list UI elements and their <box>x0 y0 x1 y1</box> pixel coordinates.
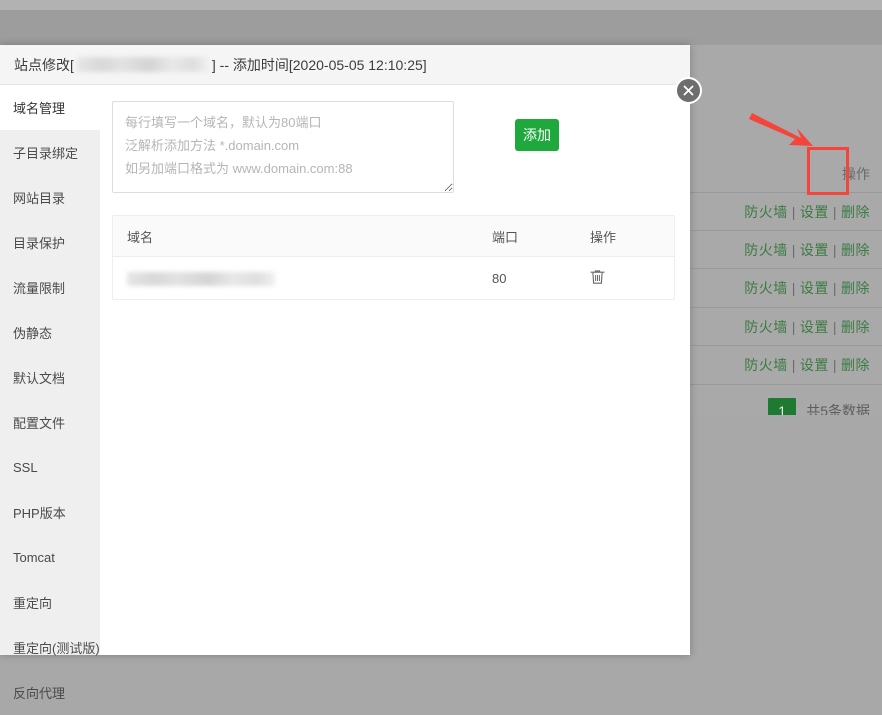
sidebar-item-redirect[interactable]: 重定向 <box>0 580 100 625</box>
action-separator: | <box>832 357 837 373</box>
sidebar-item-tomcat[interactable]: Tomcat <box>0 535 100 580</box>
dialog-title: 站点修改[ ] -- 添加时间[2020-05-05 12:10:25] <box>14 55 427 75</box>
domain-table: 域名 端口 操作 80 <box>113 216 674 299</box>
sidebar-item-label: SSL <box>13 460 38 475</box>
trash-icon[interactable] <box>590 269 605 287</box>
background-row-actions: 防火墙 | 设置 | 删除 <box>744 317 870 337</box>
sidebar-item-domain-management[interactable]: 域名管理 <box>0 85 100 130</box>
sidebar-item-website-directory[interactable]: 网站目录 <box>0 175 100 220</box>
add-domain-area: 添加 <box>112 101 678 193</box>
sidebar-item-default-document[interactable]: 默认文档 <box>0 355 100 400</box>
action-separator: | <box>791 203 796 220</box>
background-delete-link[interactable]: 删除 <box>841 280 870 296</box>
sidebar-item-label: 反向代理 <box>13 686 66 701</box>
background-delete-link[interactable]: 删除 <box>841 357 870 373</box>
sidebar-item-label: 重定向(测试版) <box>13 641 100 656</box>
domain-table-container: 域名 端口 操作 80 <box>112 215 675 300</box>
background-topbar-lower <box>0 10 882 45</box>
background-topbar-upper <box>0 0 882 10</box>
domain-input[interactable] <box>112 101 454 193</box>
sidebar-item-label: 默认文档 <box>13 371 66 386</box>
sidebar-item-label: PHP版本 <box>13 506 66 521</box>
action-separator: | <box>832 241 837 258</box>
cell-domain <box>113 257 478 300</box>
background-firewall-link[interactable]: 防火墙 <box>744 319 788 335</box>
sidebar-item-traffic-limit[interactable]: 流量限制 <box>0 265 100 310</box>
annotation-arrow-icon <box>749 113 813 146</box>
action-separator: | <box>832 203 837 220</box>
column-header-port: 端口 <box>478 216 576 257</box>
sidebar-item-reverse-proxy[interactable]: 反向代理 <box>0 670 100 715</box>
redacted-site-name <box>76 57 209 72</box>
background-delete-link[interactable]: 删除 <box>841 204 870 220</box>
site-edit-dialog: 站点修改[ ] -- 添加时间[2020-05-05 12:10:25] 域名管… <box>0 45 702 701</box>
sidebar-item-redirect-beta[interactable]: 重定向(测试版) <box>0 625 100 670</box>
background-row-actions: 防火墙 | 设置 | 删除 <box>744 240 870 260</box>
close-button[interactable] <box>675 77 702 104</box>
action-separator: | <box>791 241 796 258</box>
redacted-domain-value <box>127 271 275 286</box>
background-settings-link[interactable]: 设置 <box>800 242 829 258</box>
background-row-actions: 防火墙 | 设置 | 删除 <box>744 355 870 375</box>
sidebar-item-label: Tomcat <box>13 550 55 565</box>
background-settings-link[interactable]: 设置 <box>800 357 829 373</box>
action-separator: | <box>791 280 796 296</box>
sidebar-item-label: 伪静态 <box>13 326 53 341</box>
sidebar-item-label: 重定向 <box>13 596 53 611</box>
background-row-actions: 防火墙 | 设置 | 删除 <box>744 202 870 222</box>
action-separator: | <box>791 357 796 373</box>
column-header-domain: 域名 <box>113 216 478 257</box>
close-icon <box>683 85 694 96</box>
background-settings-link[interactable]: 设置 <box>800 280 829 296</box>
domain-table-head: 域名 端口 操作 <box>113 216 674 257</box>
sidebar-item-label: 目录保护 <box>13 236 66 251</box>
dialog-title-prefix: 站点修改[ <box>14 56 74 73</box>
background-settings-link[interactable]: 设置 <box>800 204 829 220</box>
sidebar-item-label: 流量限制 <box>13 281 66 296</box>
background-delete-link[interactable]: 删除 <box>841 319 870 335</box>
sidebar-item-pseudo-static[interactable]: 伪静态 <box>0 310 100 355</box>
dialog-header: 站点修改[ ] -- 添加时间[2020-05-05 12:10:25] <box>0 45 690 85</box>
sidebar-item-config-file[interactable]: 配置文件 <box>0 400 100 445</box>
cell-action <box>576 257 674 300</box>
background-delete-link[interactable]: 删除 <box>841 242 870 258</box>
dialog-body: 域名管理 子目录绑定 网站目录 目录保护 流量限制 伪静态 默认文档 配置文件 <box>0 85 690 701</box>
sidebar-item-php-version[interactable]: PHP版本 <box>0 490 100 535</box>
sidebar-item-label: 域名管理 <box>13 101 66 116</box>
background-settings-link[interactable]: 设置 <box>800 319 829 335</box>
background-firewall-link[interactable]: 防火墙 <box>744 242 788 258</box>
action-separator: | <box>791 318 796 335</box>
sidebar-item-label: 配置文件 <box>13 416 66 431</box>
background-row-actions: 防火墙 | 设置 | 删除 <box>744 278 870 298</box>
sidebar-item-ssl[interactable]: SSL <box>0 445 100 490</box>
background-firewall-link[interactable]: 防火墙 <box>744 357 788 373</box>
dialog-title-suffix: ] -- 添加时间[2020-05-05 12:10:25] <box>211 56 427 73</box>
action-separator: | <box>832 280 837 296</box>
background-firewall-link[interactable]: 防火墙 <box>744 204 788 220</box>
column-header-action: 操作 <box>576 216 674 257</box>
domain-table-body: 80 <box>113 257 674 300</box>
add-button[interactable]: 添加 <box>515 119 559 151</box>
sidebar-item-subdirectory-binding[interactable]: 子目录绑定 <box>0 130 100 175</box>
sidebar-item-directory-protection[interactable]: 目录保护 <box>0 220 100 265</box>
table-row: 80 <box>113 257 674 300</box>
dialog-sidebar: 域名管理 子目录绑定 网站目录 目录保护 流量限制 伪静态 默认文档 配置文件 <box>0 85 100 701</box>
background-firewall-link[interactable]: 防火墙 <box>744 280 788 296</box>
dialog-main-panel: 添加 域名 端口 操作 <box>100 85 690 655</box>
action-separator: | <box>832 318 837 335</box>
sidebar-item-label: 网站目录 <box>13 191 66 206</box>
cell-port: 80 <box>492 270 507 286</box>
table-header-row: 域名 端口 操作 <box>113 216 674 257</box>
sidebar-item-label: 子目录绑定 <box>13 146 79 161</box>
